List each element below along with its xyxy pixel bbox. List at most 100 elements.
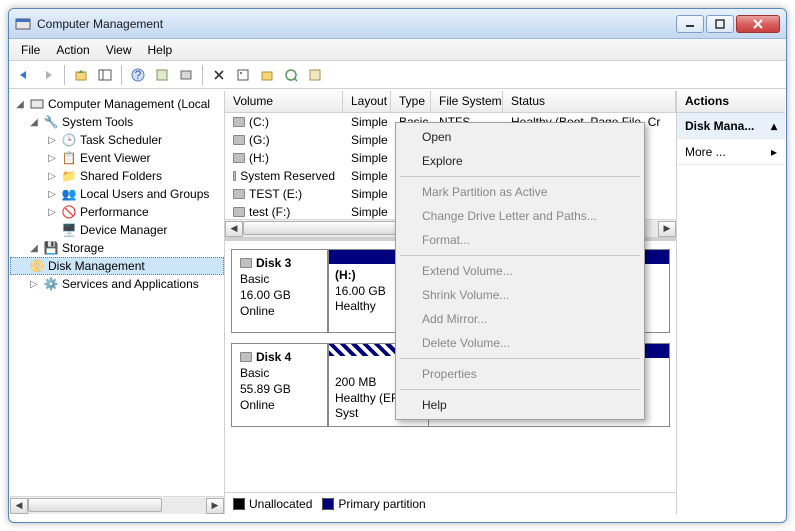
volume-layout: Simple (343, 169, 391, 183)
menu-item[interactable]: Open (398, 125, 642, 149)
volume-icon (233, 207, 245, 217)
tree-hscroll[interactable]: ◀ ▶ (10, 496, 224, 514)
col-status[interactable]: Status (503, 91, 676, 112)
toolbar: ? (9, 61, 786, 89)
legend-label: Unallocated (249, 497, 312, 511)
titlebar[interactable]: Computer Management (9, 9, 786, 39)
menu-item[interactable]: Help (398, 393, 642, 417)
device-icon: 🖥️ (61, 222, 77, 238)
disk-kind: Basic (240, 366, 319, 380)
menu-file[interactable]: File (13, 41, 48, 59)
tree-shared-folders[interactable]: ▷📁Shared Folders (10, 167, 224, 185)
minimize-button[interactable] (676, 15, 704, 33)
tree-event-viewer[interactable]: ▷📋Event Viewer (10, 149, 224, 167)
view-button[interactable] (280, 64, 302, 86)
legend-swatch-primary (322, 498, 334, 510)
tree-services-apps[interactable]: ▷⚙️Services and Applications (10, 275, 224, 293)
tree-performance[interactable]: ▷🚫Performance (10, 203, 224, 221)
volume-icon (233, 153, 245, 163)
tree-local-users[interactable]: ▷👥Local Users and Groups (10, 185, 224, 203)
perf-icon: 🚫 (61, 204, 77, 220)
maximize-button[interactable] (706, 15, 734, 33)
col-layout[interactable]: Layout (343, 91, 391, 112)
tree-label: Disk Management (48, 259, 145, 273)
properties-button[interactable] (232, 64, 254, 86)
actions-disk-management[interactable]: Disk Mana...▴ (677, 113, 785, 139)
volume-name: (C:) (249, 115, 269, 129)
menu-item: Properties (398, 362, 642, 386)
rescan-button[interactable] (256, 64, 278, 86)
disk-header: Disk 4 Basic 55.89 GB Online (232, 344, 328, 426)
volume-icon (233, 189, 245, 199)
volume-icon (233, 117, 245, 127)
col-type[interactable]: Type (391, 91, 431, 112)
delete-button[interactable] (208, 64, 230, 86)
event-icon: 📋 (61, 150, 77, 166)
disk-title: Disk 4 (256, 350, 291, 364)
computer-icon (29, 96, 45, 112)
help-button[interactable]: ? (127, 64, 149, 86)
actions-more[interactable]: More ...▸ (677, 139, 785, 165)
volume-name: TEST (E:) (249, 187, 302, 201)
tree-system-tools[interactable]: ◢🔧System Tools (10, 113, 224, 131)
tree-disk-management[interactable]: 📀Disk Management (10, 257, 224, 275)
close-button[interactable] (736, 15, 780, 33)
actions-label: More ... (685, 145, 726, 159)
scroll-left-button[interactable]: ◀ (225, 221, 243, 237)
disk-icon: 📀 (29, 258, 45, 274)
settings-button[interactable] (175, 64, 197, 86)
menu-separator (400, 358, 640, 359)
more-button[interactable] (304, 64, 326, 86)
volume-layout: Simple (343, 187, 391, 201)
tree-root[interactable]: ◢Computer Management (Local (10, 95, 224, 113)
col-volume[interactable]: Volume (225, 91, 343, 112)
partition-label: (H:) (335, 268, 356, 282)
actions-header: Actions (677, 91, 785, 113)
storage-icon: 💾 (43, 240, 59, 256)
tree-label: Local Users and Groups (80, 187, 209, 201)
col-filesystem[interactable]: File System (431, 91, 503, 112)
show-hide-button[interactable] (94, 64, 116, 86)
tools-icon: 🔧 (43, 114, 59, 130)
tree-label: Computer Management (Local (48, 97, 210, 111)
menu-item: Add Mirror... (398, 307, 642, 331)
disk-size: 55.89 GB (240, 382, 319, 396)
app-icon (15, 16, 31, 32)
tree-label: Event Viewer (80, 151, 150, 165)
menu-item: Change Drive Letter and Paths... (398, 204, 642, 228)
chevron-up-icon: ▴ (771, 119, 777, 133)
tree-label: Task Scheduler (80, 133, 162, 147)
disk-state: Online (240, 304, 319, 318)
legend-label: Primary partition (338, 497, 425, 511)
tree-label: Performance (80, 205, 149, 219)
menubar: File Action View Help (9, 39, 786, 61)
folder-icon: 📁 (61, 168, 77, 184)
nav-back-button[interactable] (13, 64, 35, 86)
actions-pane: Actions Disk Mana...▴ More ...▸ (677, 91, 785, 514)
disk-size: 16.00 GB (240, 288, 319, 302)
menu-item: Format... (398, 228, 642, 252)
tree-label: Device Manager (80, 223, 167, 237)
scroll-left-button[interactable]: ◀ (10, 498, 28, 514)
navigation-tree: ◢Computer Management (Local ◢🔧System Too… (10, 91, 225, 514)
menu-item[interactable]: Explore (398, 149, 642, 173)
volume-layout: Simple (343, 115, 391, 129)
refresh-button[interactable] (151, 64, 173, 86)
up-button[interactable] (70, 64, 92, 86)
disk-title: Disk 3 (256, 256, 291, 270)
legend-swatch-unallocated (233, 498, 245, 510)
tree-task-scheduler[interactable]: ▷🕒Task Scheduler (10, 131, 224, 149)
tree-storage[interactable]: ◢💾Storage (10, 239, 224, 257)
menu-item: Delete Volume... (398, 331, 642, 355)
scroll-right-button[interactable]: ▶ (206, 498, 224, 514)
menu-help[interactable]: Help (140, 41, 181, 59)
menu-view[interactable]: View (98, 41, 140, 59)
nav-forward-button[interactable] (37, 64, 59, 86)
tree-device-manager[interactable]: 🖥️Device Manager (10, 221, 224, 239)
menu-action[interactable]: Action (48, 41, 97, 59)
scroll-right-button[interactable]: ▶ (658, 221, 676, 237)
menu-separator (400, 255, 640, 256)
menu-separator (400, 389, 640, 390)
disk-state: Online (240, 398, 319, 412)
volume-list-header: Volume Layout Type File System Status (225, 91, 676, 113)
